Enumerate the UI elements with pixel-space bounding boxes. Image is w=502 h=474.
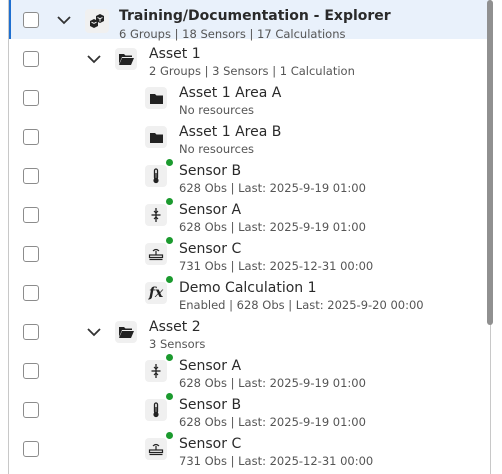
tree-row-sensor[interactable]: Sensor A 628 Obs | Last: 2025-9-19 01:00: [9, 351, 490, 390]
tree-item-name: Asset 1: [149, 46, 201, 62]
pressure-gauge-icon: [145, 360, 167, 382]
folder-icon: [145, 87, 167, 109]
fx-function-icon: fx: [145, 282, 167, 304]
tree-item-summary: 3 Sensors: [149, 337, 206, 351]
tree-item-name: Sensor C: [179, 436, 242, 452]
tree-row-sensor[interactable]: Sensor C 731 Obs | Last: 2025-12-31 00:0…: [9, 429, 490, 468]
tree-item-name: Sensor B: [179, 397, 242, 413]
tree-row-asset-1-area-a[interactable]: Asset 1 Area A No resources: [9, 78, 490, 117]
select-checkbox[interactable]: [23, 246, 39, 262]
select-checkbox[interactable]: [23, 363, 39, 379]
select-checkbox[interactable]: [23, 12, 39, 28]
chevron-down-icon[interactable]: [85, 50, 103, 68]
status-online-dot: [166, 198, 173, 205]
tree-item-detail: No resources: [179, 142, 255, 156]
chevron-down-icon[interactable]: [55, 11, 73, 29]
weather-station-icon: [145, 243, 167, 265]
status-online-dot: [166, 159, 173, 166]
tree-row-sensor[interactable]: Sensor B 628 Obs | Last: 2025-9-19 01:00: [9, 390, 490, 429]
select-checkbox[interactable]: [23, 168, 39, 184]
select-checkbox[interactable]: [23, 129, 39, 145]
explorer-cubes-icon: [85, 9, 109, 33]
fx-glyph: fx: [148, 285, 164, 301]
tree-row-calculation[interactable]: fx Demo Calculation 1 Enabled | 628 Obs …: [9, 273, 490, 312]
thermometer-icon: [145, 399, 167, 421]
vertical-scrollbar[interactable]: [487, 0, 493, 325]
chevron-down-icon[interactable]: [85, 323, 103, 341]
select-checkbox[interactable]: [23, 207, 39, 223]
folder-icon: [145, 126, 167, 148]
tree-root-title: Training/Documentation - Explorer: [119, 8, 391, 24]
status-online-dot: [166, 393, 173, 400]
tree-item-name: Sensor A: [179, 202, 242, 218]
status-online-dot: [166, 237, 173, 244]
status-online-dot: [166, 354, 173, 361]
tree-item-name: Sensor B: [179, 163, 242, 179]
tree-item-detail: No resources: [179, 103, 255, 117]
select-checkbox[interactable]: [23, 324, 39, 340]
tree-item-detail: 731 Obs | Last: 2025-12-31 00:00: [179, 454, 374, 468]
tree-row-asset-1[interactable]: Asset 1 2 Groups | 3 Sensors | 1 Calcula…: [9, 39, 490, 78]
tree-item-summary: 2 Groups | 3 Sensors | 1 Calculation: [149, 64, 355, 78]
tree-item-detail: 628 Obs | Last: 2025-9-19 01:00: [179, 181, 366, 195]
status-online-dot: [166, 276, 173, 283]
tree-row-sensor[interactable]: Sensor A 628 Obs | Last: 2025-9-19 01:00: [9, 195, 490, 234]
tree-item-detail: 731 Obs | Last: 2025-12-31 00:00: [179, 259, 374, 273]
tree-item-detail: 628 Obs | Last: 2025-9-19 01:00: [179, 376, 366, 390]
select-checkbox[interactable]: [23, 51, 39, 67]
pressure-gauge-icon: [145, 204, 167, 226]
tree-item-detail: Enabled | 628 Obs | Last: 2025-9-20 00:0…: [179, 298, 424, 312]
tree-item-name: Demo Calculation 1: [179, 280, 317, 296]
select-checkbox[interactable]: [23, 441, 39, 457]
tree-item-name: Asset 1 Area B: [179, 124, 282, 140]
tree-row-sensor[interactable]: Sensor C 731 Obs | Last: 2025-12-31 00:0…: [9, 234, 490, 273]
tree-item-name: Sensor A: [179, 358, 242, 374]
folder-open-icon: [115, 48, 137, 70]
tree-row-sensor[interactable]: Sensor B 628 Obs | Last: 2025-9-19 01:00: [9, 156, 490, 195]
tree-row-asset-1-area-b[interactable]: Asset 1 Area B No resources: [9, 117, 490, 156]
tree-item-detail: 628 Obs | Last: 2025-9-19 01:00: [179, 220, 366, 234]
tree-item-name: Asset 1 Area A: [179, 85, 282, 101]
tree-item-detail: 628 Obs | Last: 2025-9-19 01:00: [179, 415, 366, 429]
tree-row-root[interactable]: Training/Documentation - Explorer 6 Grou…: [9, 0, 490, 41]
thermometer-icon: [145, 165, 167, 187]
tree-item-name: Sensor C: [179, 241, 242, 257]
weather-station-icon: [145, 438, 167, 460]
explorer-tree: Training/Documentation - Explorer 6 Grou…: [8, 0, 491, 474]
status-online-dot: [166, 432, 173, 439]
select-checkbox[interactable]: [23, 90, 39, 106]
select-checkbox[interactable]: [23, 285, 39, 301]
tree-row-asset-2[interactable]: Asset 2 3 Sensors: [9, 312, 490, 351]
folder-open-icon: [115, 321, 137, 343]
tree-item-name: Asset 2: [149, 319, 201, 335]
select-checkbox[interactable]: [23, 402, 39, 418]
